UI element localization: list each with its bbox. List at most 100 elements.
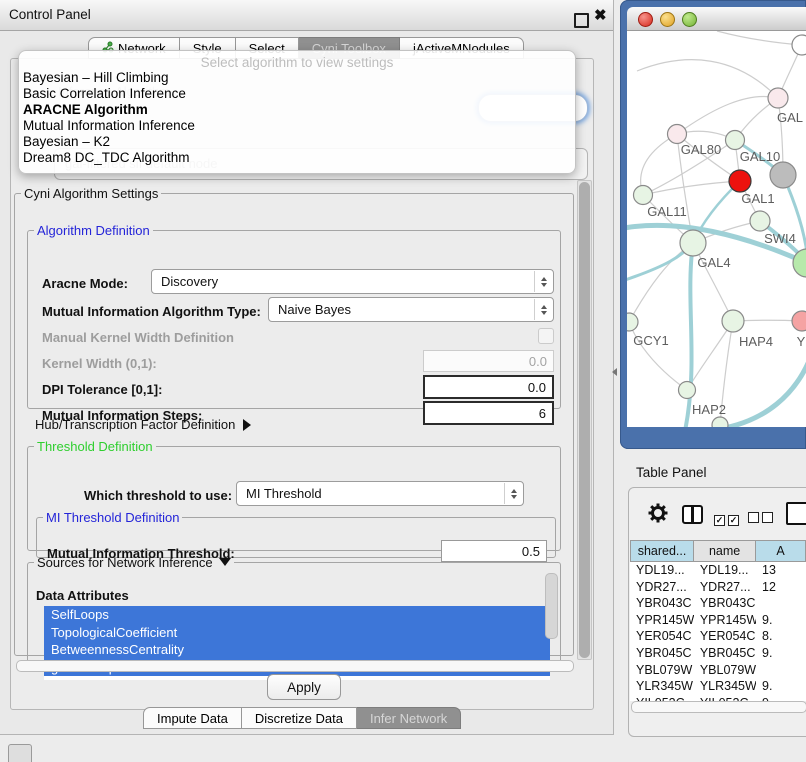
close-traffic-light-icon[interactable] — [638, 12, 653, 27]
zoom-traffic-light-icon[interactable] — [682, 12, 697, 27]
table-cell: YDR27... — [630, 579, 694, 596]
network-node-gal4[interactable] — [680, 230, 706, 256]
sources-group: Sources for Network Inference Data Attri… — [27, 555, 561, 669]
column-header-name[interactable]: name — [694, 540, 756, 562]
network-node[interactable] — [770, 162, 796, 188]
table-row[interactable]: YDL19...YDL19...13 — [630, 562, 806, 579]
table-cell: YPR145W — [694, 612, 756, 629]
table-cell — [756, 595, 806, 612]
table-row[interactable]: YLR345WYLR345W9. — [630, 678, 806, 695]
table-row[interactable]: YBL079WYBL079W — [630, 662, 806, 679]
network-node-gal10[interactable] — [726, 131, 745, 150]
network-node-gal11[interactable] — [634, 186, 653, 205]
table-cell: YPR145W — [630, 612, 694, 629]
network-edge — [677, 96, 778, 134]
column-header-shared[interactable]: shared... — [630, 540, 694, 562]
network-window-titlebar[interactable] — [627, 7, 806, 31]
mi-threshold-definition-legend: MI Threshold Definition — [43, 510, 182, 525]
minimize-traffic-light-icon[interactable] — [660, 12, 675, 27]
table-cell: 9. — [756, 612, 806, 629]
table-row[interactable]: YER054CYER054C8. — [630, 628, 806, 645]
combo-arrows-icon — [504, 483, 522, 504]
import-table-icon[interactable] — [786, 502, 806, 525]
mi-algorithm-type-combobox[interactable]: Naive Bayes — [268, 297, 554, 322]
which-threshold-label: Which threshold to use: — [84, 488, 232, 503]
node-table: shared...nameA YDL19...YDL19...13YDR27..… — [630, 540, 806, 701]
aracne-mode-combobox[interactable]: Discovery — [151, 269, 554, 294]
sources-legend[interactable]: Sources for Network Inference — [34, 555, 234, 570]
table-cell: YBL079W — [630, 662, 694, 679]
data-attributes-label: Data Attributes — [36, 588, 129, 603]
table-cell: YDL19... — [630, 562, 694, 579]
algorithm-option-bayesian-hill-climbing[interactable]: Bayesian – Hill Climbing — [19, 70, 575, 86]
float-window-icon[interactable] — [574, 13, 589, 28]
network-node-hap2[interactable] — [679, 382, 696, 399]
dpi-tolerance-label: DPI Tolerance [0,1]: — [42, 382, 162, 397]
kernel-width-field[interactable]: 0.0 — [423, 350, 554, 372]
algorithm-definition-group: Algorithm Definition Aracne Mode: Discov… — [27, 223, 561, 409]
algorithm-option-mutual-information-inference[interactable]: Mutual Information Inference — [19, 118, 575, 134]
tab-discretize-data[interactable]: Discretize Data — [242, 707, 357, 729]
network-node-hap4[interactable] — [722, 310, 744, 332]
network-node[interactable] — [793, 249, 806, 277]
data-attributes-scrollbar[interactable] — [545, 573, 558, 639]
table-cell: 13 — [756, 562, 806, 579]
aracne-mode-value: Discovery — [161, 274, 218, 289]
mi-threshold-definition-group: MI Threshold Definition Mutual Informati… — [36, 510, 556, 558]
columns-icon[interactable] — [682, 505, 703, 524]
gear-icon[interactable] — [648, 503, 668, 528]
settings-vertical-scrollbar-thumb[interactable] — [579, 182, 590, 658]
algorithm-option-aracne-algorithm[interactable]: ARACNE Algorithm — [19, 102, 575, 118]
network-node-gal80[interactable] — [668, 125, 687, 144]
network-node-label: GAL4 — [697, 255, 730, 270]
network-node-label: GCY1 — [633, 333, 668, 348]
expander-right-icon — [243, 419, 251, 431]
tab-infer-network[interactable]: Infer Network — [357, 707, 461, 729]
network-node-y[interactable] — [792, 311, 806, 331]
manual-kernel-width-label: Manual Kernel Width Definition — [42, 330, 234, 345]
network-node[interactable] — [712, 417, 728, 427]
column-header-a[interactable]: A — [756, 540, 806, 562]
network-edge-highlighted — [719, 361, 806, 427]
close-icon[interactable]: ✖ — [594, 6, 607, 24]
unchecked-pair-icon[interactable] — [748, 510, 776, 528]
algorithm-option-basic-correlation-inference[interactable]: Basic Correlation Inference — [19, 86, 575, 102]
aracne-mode-label: Aracne Mode: — [42, 276, 128, 291]
attribute-item-topologicalcoefficient[interactable]: TopologicalCoefficient — [44, 624, 550, 642]
which-threshold-combobox[interactable]: MI Threshold — [236, 481, 524, 506]
manual-kernel-width-checkbox[interactable] — [538, 328, 554, 344]
algorithm-option-dream8-dc-tdc-algorithm[interactable]: Dream8 DC_TDC Algorithm — [19, 150, 575, 166]
network-node-gal1[interactable] — [729, 170, 751, 192]
mi-algorithm-type-label: Mutual Information Algorithm Type: — [42, 304, 261, 319]
attribute-item-betweennesscentrality[interactable]: BetweennessCentrality — [44, 641, 550, 659]
algorithm-definition-legend: Algorithm Definition — [34, 223, 153, 238]
network-edge-highlighted — [685, 243, 693, 427]
apply-button[interactable]: Apply — [267, 674, 341, 700]
panel-divider-handle[interactable] — [612, 368, 617, 376]
network-node[interactable] — [792, 35, 806, 55]
minimized-panel-icon[interactable] — [8, 744, 32, 762]
table-horizontal-scrollbar[interactable] — [631, 701, 806, 713]
table-cell: YBR045C — [694, 645, 756, 662]
hub-definition-expander[interactable]: Hub/Transcription Factor Definition — [35, 417, 251, 432]
attribute-item-selfloops[interactable]: SelfLoops — [44, 606, 550, 624]
network-node-swi4[interactable] — [750, 211, 770, 231]
settings-horizontal-scrollbar[interactable] — [16, 660, 574, 672]
settings-vertical-scrollbar[interactable] — [577, 180, 592, 660]
checked-pair-icon[interactable]: ✓✓ — [714, 510, 742, 528]
network-graph: GALGAL80GAL10GAL1GAL11SWI4GAL4GCY1HAP4YH… — [627, 31, 806, 427]
mi-algorithm-type-value: Naive Bayes — [278, 302, 351, 317]
network-canvas[interactable]: GALGAL80GAL10GAL1GAL11SWI4GAL4GCY1HAP4YH… — [627, 31, 806, 427]
tab-impute-data[interactable]: Impute Data — [143, 707, 242, 729]
network-node-gal[interactable] — [768, 88, 788, 108]
network-node-label: Y — [797, 334, 806, 349]
table-row[interactable]: YDR27...YDR27...12 — [630, 579, 806, 596]
table-row[interactable]: YBR043CYBR043C — [630, 595, 806, 612]
network-node-gcy1[interactable] — [627, 313, 638, 331]
mi-steps-field[interactable]: 6 — [423, 401, 554, 425]
table-row[interactable]: YBR045CYBR045C9. — [630, 645, 806, 662]
algorithm-option-bayesian-k2[interactable]: Bayesian – K2 — [19, 134, 575, 150]
table-cell: YDL19... — [694, 562, 756, 579]
table-row[interactable]: YPR145WYPR145W9. — [630, 612, 806, 629]
dpi-tolerance-field[interactable]: 0.0 — [423, 375, 554, 399]
